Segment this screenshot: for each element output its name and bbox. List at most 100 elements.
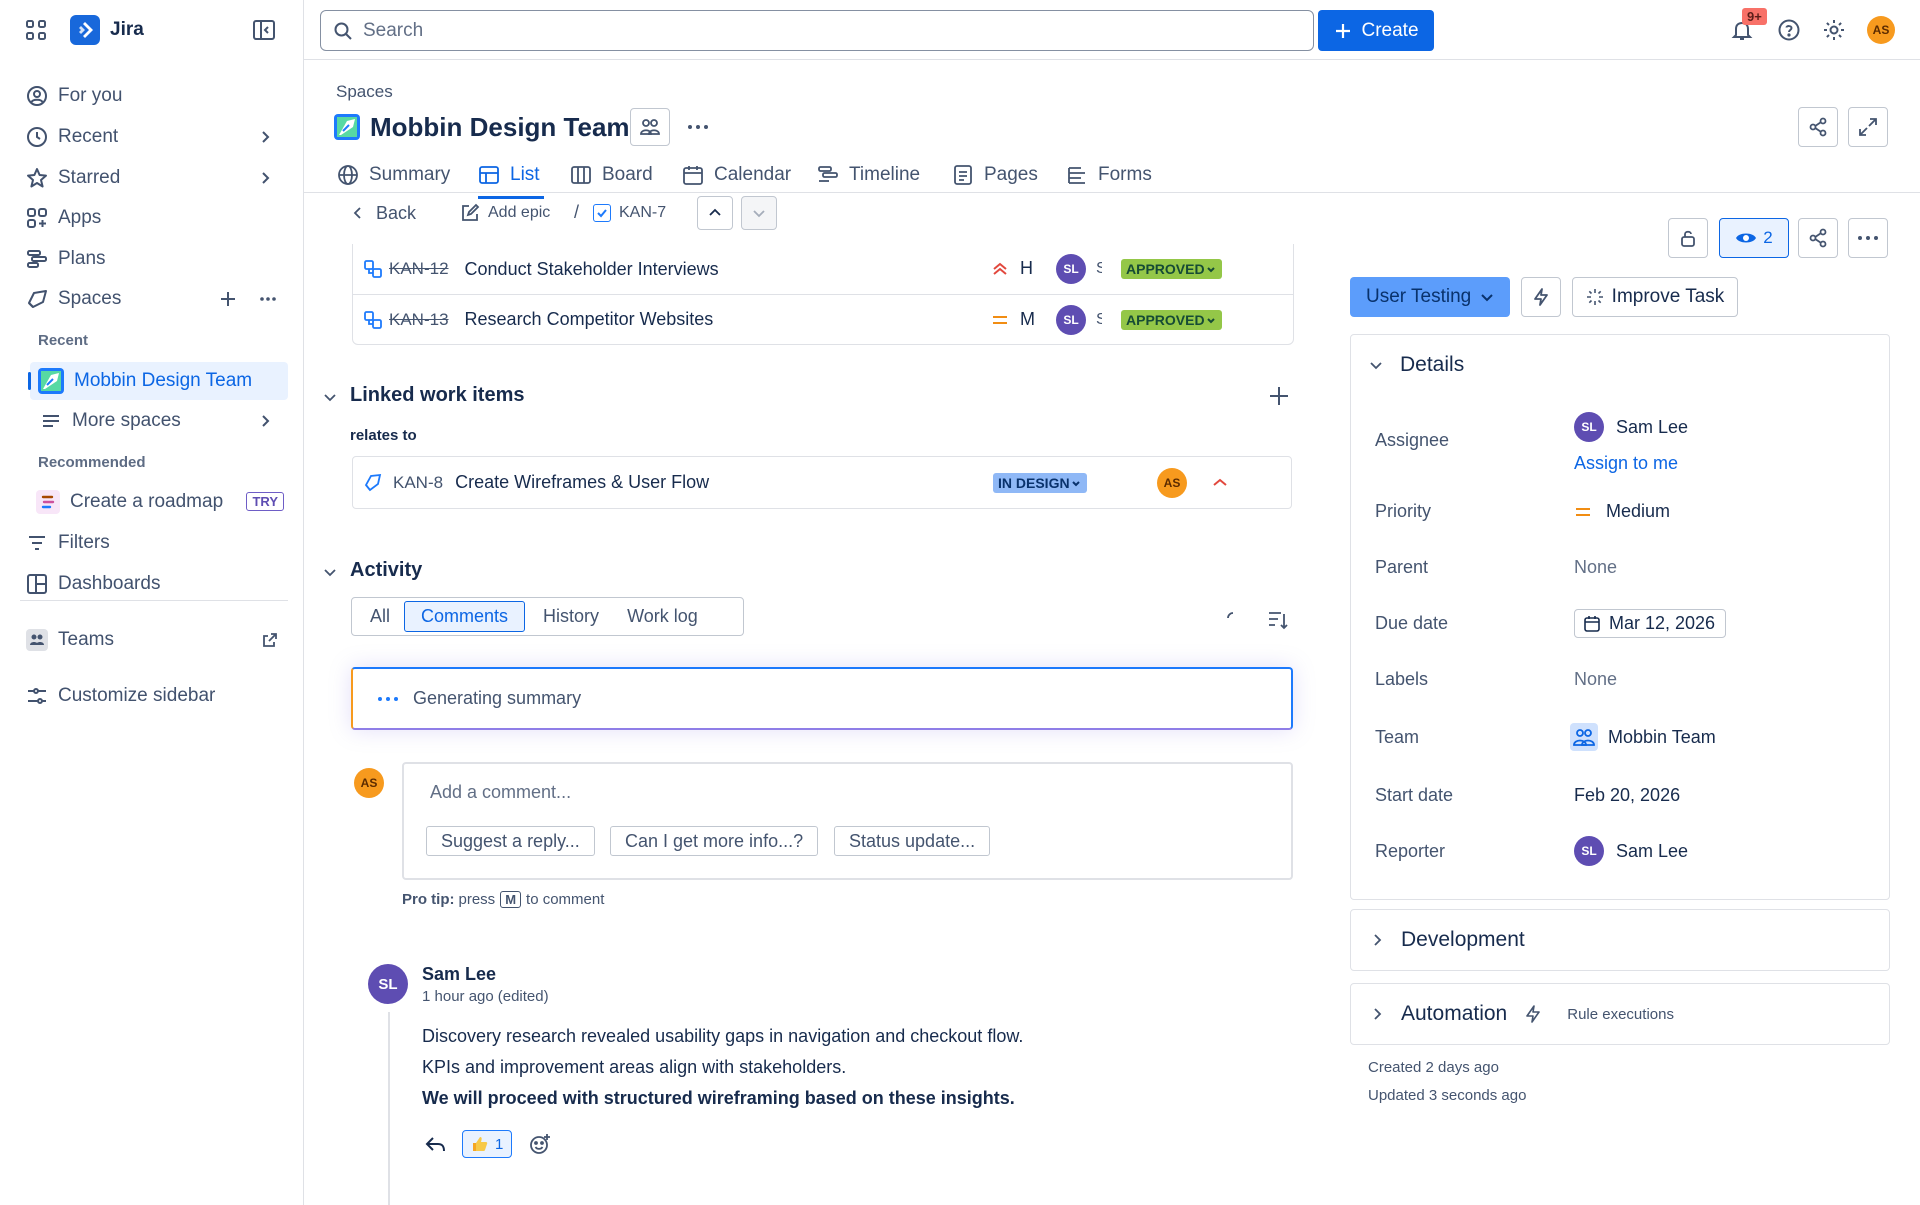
space-more-icon[interactable] (686, 116, 710, 138)
rocket-icon (26, 288, 48, 310)
issue-key: KAN-7 (619, 204, 667, 221)
sidebar-item-label: Dashboards (58, 573, 161, 594)
status-badge[interactable]: IN DESIGN (993, 473, 1087, 493)
tab-summary[interactable]: Summary (337, 160, 450, 190)
linked-item-row[interactable]: KAN-8 Create Wireframes & User Flow IN D… (352, 456, 1292, 509)
comment-author[interactable]: Sam Lee (422, 964, 496, 985)
watch-button[interactable]: 2 (1719, 218, 1789, 258)
more-info-button[interactable]: Can I get more info...? (610, 826, 819, 856)
assignee-value[interactable]: SL Sam Lee (1574, 412, 1688, 442)
sidebar-item-more-spaces[interactable]: More spaces (38, 403, 288, 439)
restrictions-button[interactable] (1668, 218, 1708, 258)
tab-all[interactable]: All (356, 606, 404, 627)
tab-board[interactable]: Board (570, 160, 653, 190)
sort-icon[interactable] (1266, 608, 1290, 632)
priority-value[interactable]: Medium (1574, 501, 1670, 522)
share-button[interactable] (1798, 107, 1838, 147)
comment-editor[interactable]: Add a comment... (402, 762, 1293, 880)
status-badge[interactable]: APPROVED (1121, 310, 1222, 330)
sidebar-item-apps[interactable]: Apps (24, 200, 288, 236)
sidebar-item-filters[interactable]: Filters (24, 525, 288, 561)
issue-title[interactable]: Conduct Stakeholder Interviews (465, 259, 719, 280)
improve-task-button[interactable]: Improve Task (1572, 277, 1738, 317)
reply-icon[interactable] (424, 1132, 448, 1156)
sidebar-item-spaces[interactable]: Spaces (24, 281, 288, 317)
sidebar-item-mobbin-design-team[interactable]: Mobbin Design Team (28, 362, 288, 400)
add-link-icon[interactable] (1267, 384, 1291, 408)
collapse-linked-icon[interactable] (322, 389, 338, 405)
add-epic-button[interactable]: Add epic (460, 202, 550, 224)
sidebar-item-for-you[interactable]: For you (24, 78, 288, 114)
issue-title[interactable]: Create Wireframes & User Flow (455, 472, 709, 493)
suggest-reply-button[interactable]: Suggest a reply... (426, 826, 595, 856)
development-heading: Development (1401, 928, 1525, 951)
tab-timeline[interactable]: Timeline (817, 160, 920, 190)
parent-value[interactable]: None (1574, 557, 1617, 578)
table-row[interactable]: KAN-13 Research Competitor Websites M SL… (352, 294, 1294, 345)
issue-key-link[interactable]: KAN-7 (593, 202, 666, 224)
sidebar-item-recent[interactable]: Recent (24, 119, 288, 155)
tab-list[interactable]: List (478, 160, 544, 199)
notifications-icon[interactable]: 9+ (1730, 8, 1767, 42)
tab-calendar[interactable]: Calendar (682, 160, 791, 190)
issue-more-button[interactable] (1848, 218, 1888, 258)
start-date-value[interactable]: Feb 20, 2026 (1574, 785, 1680, 806)
sidebar-item-starred[interactable]: Starred (24, 160, 288, 196)
assign-to-me-link[interactable]: Assign to me (1574, 453, 1678, 474)
next-issue-button[interactable] (741, 196, 777, 230)
due-date-value[interactable]: Mar 12, 2026 (1574, 609, 1727, 638)
more-icon[interactable] (258, 289, 278, 309)
breadcrumb[interactable]: Spaces (336, 82, 393, 102)
issue-title[interactable]: Research Competitor Websites (465, 309, 714, 330)
tab-work-log[interactable]: Work log (617, 606, 708, 627)
automation-bolt-button[interactable] (1521, 277, 1561, 317)
user-avatar[interactable]: AS (1867, 16, 1895, 44)
issue-key[interactable]: KAN-8 (393, 473, 443, 493)
previous-issue-button[interactable] (697, 196, 733, 230)
comment-time: 1 hour ago (edited) (422, 988, 549, 1005)
status-badge[interactable]: APPROVED (1121, 259, 1222, 279)
ai-summary-box[interactable]: Generating summary (351, 667, 1293, 730)
settings-gear-icon[interactable] (1822, 18, 1846, 42)
team-value[interactable]: Mobbin Team (1570, 723, 1716, 751)
issue-share-button[interactable] (1798, 218, 1838, 258)
add-reaction-icon[interactable] (528, 1132, 552, 1156)
team-access-button[interactable] (630, 108, 670, 146)
add-space-icon[interactable] (218, 289, 238, 309)
labels-value[interactable]: None (1574, 669, 1617, 690)
tab-history[interactable]: History (525, 606, 617, 627)
sidebar-item-teams[interactable]: Teams (24, 622, 288, 658)
create-button[interactable]: Create (1318, 10, 1434, 51)
issue-key[interactable]: KAN-13 (389, 310, 449, 330)
sidebar-item-dashboards[interactable]: Dashboards (24, 566, 288, 602)
rule-executions-link[interactable]: Rule executions (1567, 1006, 1674, 1023)
jira-logo[interactable]: Jira (70, 14, 144, 46)
sparkle-icon (1586, 288, 1604, 306)
reaction-button[interactable]: 1 (462, 1130, 513, 1158)
sidebar-item-plans[interactable]: Plans (24, 241, 288, 277)
details-toggle[interactable]: Details (1368, 352, 1464, 378)
table-row[interactable]: KAN-12 Conduct Stakeholder Interviews H … (352, 244, 1294, 295)
status-label: User Testing (1366, 286, 1472, 307)
epic-link-icon (363, 473, 383, 493)
tab-label: Board (602, 164, 653, 185)
development-panel[interactable]: Development (1350, 909, 1890, 971)
tab-comments[interactable]: Comments (404, 601, 526, 632)
status-dropdown[interactable]: User Testing (1350, 277, 1510, 317)
collapse-activity-icon[interactable] (322, 564, 338, 580)
collapse-sidebar-icon[interactable] (252, 19, 276, 41)
back-button[interactable]: Back (350, 202, 416, 224)
automation-panel[interactable]: Automation Rule executions (1350, 983, 1890, 1045)
tab-pages[interactable]: Pages (952, 160, 1038, 190)
comment-author-avatar[interactable]: SL (368, 964, 408, 1004)
issue-key[interactable]: KAN-12 (389, 259, 449, 279)
search-input[interactable]: Search (320, 10, 1314, 51)
sidebar-item-customize[interactable]: Customize sidebar (24, 678, 288, 714)
tab-forms[interactable]: Forms (1066, 160, 1152, 190)
status-update-button[interactable]: Status update... (834, 826, 991, 856)
help-icon[interactable] (1777, 18, 1801, 42)
reporter-value[interactable]: SL Sam Lee (1574, 836, 1688, 866)
app-switcher-icon[interactable] (24, 18, 48, 42)
sidebar-item-create-roadmap[interactable]: Create a roadmap TRY (36, 484, 288, 520)
expand-button[interactable] (1848, 107, 1888, 147)
